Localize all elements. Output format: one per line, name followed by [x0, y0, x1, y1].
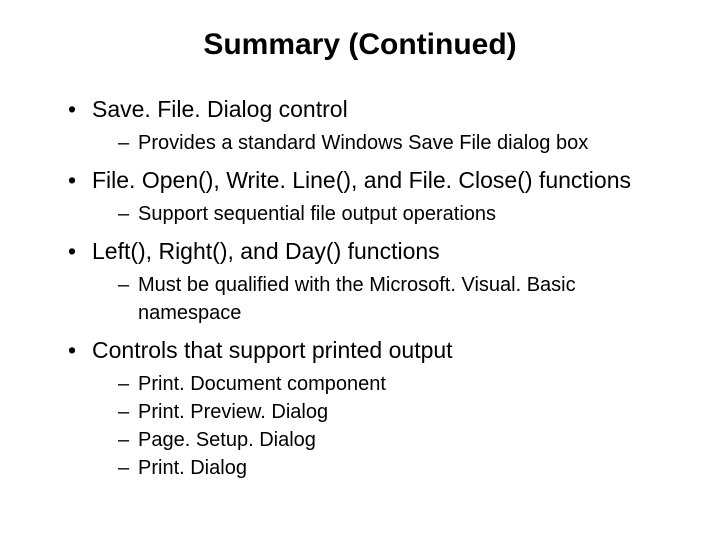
bullet-item: Save. File. Dialog control Provides a st… [68, 94, 680, 157]
sub-list: Provides a standard Windows Save File di… [92, 129, 680, 157]
sub-text: Must be qualified with the Microsoft. Vi… [138, 274, 576, 324]
bullet-text: Controls that support printed output [92, 337, 453, 363]
sub-item: Print. Dialog [118, 454, 680, 482]
sub-item: Page. Setup. Dialog [118, 426, 680, 454]
bullet-item: File. Open(), Write. Line(), and File. C… [68, 165, 680, 228]
bullet-text: Save. File. Dialog control [92, 96, 348, 122]
sub-text: Provides a standard Windows Save File di… [138, 132, 588, 154]
sub-item: Print. Preview. Dialog [118, 398, 680, 426]
slide: Summary (Continued) Save. File. Dialog c… [0, 0, 720, 540]
bullet-list: Save. File. Dialog control Provides a st… [40, 94, 680, 482]
sub-text: Print. Document component [138, 373, 386, 395]
sub-list: Support sequential file output operation… [92, 200, 680, 228]
bullet-text: File. Open(), Write. Line(), and File. C… [92, 167, 631, 193]
bullet-item: Controls that support printed output Pri… [68, 335, 680, 482]
bullet-text: Left(), Right(), and Day() functions [92, 238, 440, 264]
sub-list: Must be qualified with the Microsoft. Vi… [92, 271, 680, 327]
sub-text: Page. Setup. Dialog [138, 429, 316, 451]
slide-title: Summary (Continued) [40, 28, 680, 62]
bullet-item: Left(), Right(), and Day() functions Mus… [68, 236, 680, 327]
sub-item: Print. Document component [118, 370, 680, 398]
sub-item: Provides a standard Windows Save File di… [118, 129, 680, 157]
sub-item: Must be qualified with the Microsoft. Vi… [118, 271, 680, 327]
sub-text: Support sequential file output operation… [138, 203, 496, 225]
sub-list: Print. Document component Print. Preview… [92, 370, 680, 482]
sub-text: Print. Preview. Dialog [138, 401, 328, 423]
sub-text: Print. Dialog [138, 457, 247, 479]
sub-item: Support sequential file output operation… [118, 200, 680, 228]
